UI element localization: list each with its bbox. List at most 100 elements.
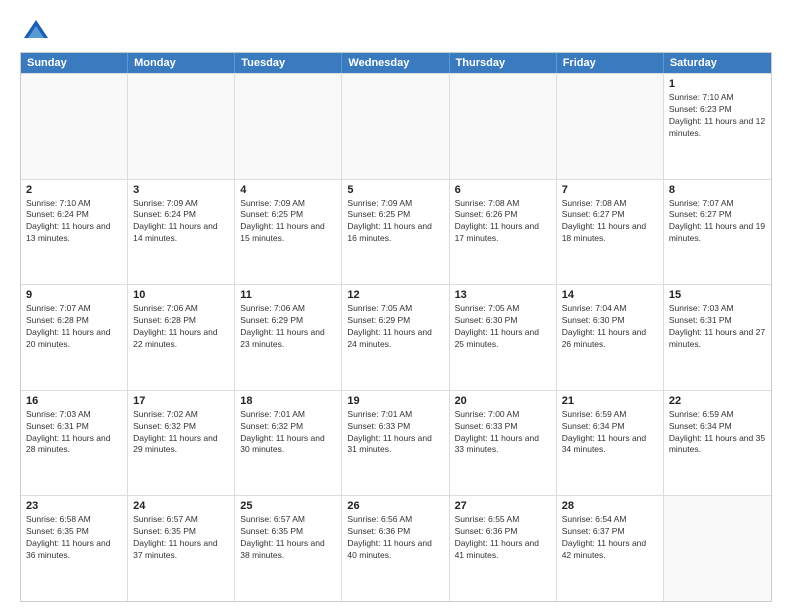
cal-day-info: Sunrise: 6:56 AM Sunset: 6:36 PM Dayligh… (347, 514, 443, 562)
page: SundayMondayTuesdayWednesdayThursdayFrid… (0, 0, 792, 612)
logo-icon (22, 16, 50, 44)
cal-day-number: 16 (26, 395, 122, 407)
cal-cell: 15Sunrise: 7:03 AM Sunset: 6:31 PM Dayli… (664, 285, 771, 390)
cal-day-info: Sunrise: 6:54 AM Sunset: 6:37 PM Dayligh… (562, 514, 658, 562)
cal-cell (235, 74, 342, 179)
cal-cell: 16 Sunrise: 7:03 AM Sunset: 6:31 PM Dayli… (21, 391, 128, 496)
cal-cell: 20 Sunrise: 7:00 AM Sunset: 6:33 PM Dayli… (450, 391, 557, 496)
cal-cell: 19 Sunrise: 7:01 AM Sunset: 6:33 PM Dayli… (342, 391, 449, 496)
cal-cell: 6 Sunrise: 7:08 AM Sunset: 6:26 PM Daylig… (450, 180, 557, 285)
cal-day-info: Sunrise: 7:03 AM Sunset: 6:31 PM Dayligh… (669, 303, 766, 351)
cal-day-number: 8 (669, 184, 766, 196)
logo (20, 16, 50, 44)
cal-cell: 22Sunrise: 6:59 AM Sunset: 6:34 PM Dayli… (664, 391, 771, 496)
cal-day-info: Sunrise: 7:08 AM Sunset: 6:26 PM Dayligh… (455, 198, 551, 246)
cal-day-number: 5 (347, 184, 443, 196)
cal-day-info: Sunrise: 6:58 AM Sunset: 6:35 PM Dayligh… (26, 514, 122, 562)
calendar-header-row: SundayMondayTuesdayWednesdayThursdayFrid… (21, 53, 771, 73)
cal-cell (664, 496, 771, 601)
cal-cell: 25 Sunrise: 6:57 AM Sunset: 6:35 PM Dayli… (235, 496, 342, 601)
cal-cell: 7Sunrise: 7:08 AM Sunset: 6:27 PM Daylig… (557, 180, 664, 285)
cal-day-number: 21 (562, 395, 658, 407)
cal-day-number: 14 (562, 289, 658, 301)
cal-cell: 21 Sunrise: 6:59 AM Sunset: 6:34 PM Dayli… (557, 391, 664, 496)
cal-cell: 18 Sunrise: 7:01 AM Sunset: 6:32 PM Dayli… (235, 391, 342, 496)
cal-week-4: 16 Sunrise: 7:03 AM Sunset: 6:31 PM Dayli… (21, 390, 771, 496)
cal-header-cell-wednesday: Wednesday (342, 53, 449, 73)
cal-cell: 4 Sunrise: 7:09 AM Sunset: 6:25 PM Daylig… (235, 180, 342, 285)
cal-week-1: 1Sunrise: 7:10 AM Sunset: 6:23 PM Daylig… (21, 73, 771, 179)
cal-day-number: 2 (26, 184, 122, 196)
calendar: SundayMondayTuesdayWednesdayThursdayFrid… (20, 52, 772, 602)
cal-day-number: 12 (347, 289, 443, 301)
cal-day-info: Sunrise: 7:01 AM Sunset: 6:33 PM Dayligh… (347, 409, 443, 457)
cal-day-info: Sunrise: 6:55 AM Sunset: 6:36 PM Dayligh… (455, 514, 551, 562)
cal-day-number: 6 (455, 184, 551, 196)
cal-day-info: Sunrise: 7:08 AM Sunset: 6:27 PM Dayligh… (562, 198, 658, 246)
cal-day-number: 4 (240, 184, 336, 196)
cal-day-info: Sunrise: 6:57 AM Sunset: 6:35 PM Dayligh… (133, 514, 229, 562)
cal-cell: 3 Sunrise: 7:09 AM Sunset: 6:24 PM Daylig… (128, 180, 235, 285)
cal-cell: 23 Sunrise: 6:58 AM Sunset: 6:35 PM Dayli… (21, 496, 128, 601)
cal-header-cell-thursday: Thursday (450, 53, 557, 73)
cal-day-number: 3 (133, 184, 229, 196)
cal-day-number: 10 (133, 289, 229, 301)
cal-day-number: 25 (240, 500, 336, 512)
cal-day-info: Sunrise: 7:05 AM Sunset: 6:30 PM Dayligh… (455, 303, 551, 351)
cal-week-3: 9Sunrise: 7:07 AM Sunset: 6:28 PM Daylig… (21, 284, 771, 390)
cal-day-number: 18 (240, 395, 336, 407)
cal-day-info: Sunrise: 7:09 AM Sunset: 6:24 PM Dayligh… (133, 198, 229, 246)
calendar-body: 1Sunrise: 7:10 AM Sunset: 6:23 PM Daylig… (21, 73, 771, 601)
cal-day-number: 20 (455, 395, 551, 407)
cal-cell: 14 Sunrise: 7:04 AM Sunset: 6:30 PM Dayli… (557, 285, 664, 390)
cal-week-2: 2 Sunrise: 7:10 AM Sunset: 6:24 PM Daylig… (21, 179, 771, 285)
cal-week-5: 23 Sunrise: 6:58 AM Sunset: 6:35 PM Dayli… (21, 495, 771, 601)
cal-day-number: 24 (133, 500, 229, 512)
cal-cell (450, 74, 557, 179)
cal-day-number: 17 (133, 395, 229, 407)
cal-cell: 2 Sunrise: 7:10 AM Sunset: 6:24 PM Daylig… (21, 180, 128, 285)
cal-cell: 9Sunrise: 7:07 AM Sunset: 6:28 PM Daylig… (21, 285, 128, 390)
cal-cell: 8Sunrise: 7:07 AM Sunset: 6:27 PM Daylig… (664, 180, 771, 285)
cal-day-number: 19 (347, 395, 443, 407)
cal-cell: 1Sunrise: 7:10 AM Sunset: 6:23 PM Daylig… (664, 74, 771, 179)
cal-day-info: Sunrise: 7:01 AM Sunset: 6:32 PM Dayligh… (240, 409, 336, 457)
cal-day-info: Sunrise: 7:10 AM Sunset: 6:23 PM Dayligh… (669, 92, 766, 140)
cal-cell: 5 Sunrise: 7:09 AM Sunset: 6:25 PM Daylig… (342, 180, 449, 285)
cal-day-info: Sunrise: 7:06 AM Sunset: 6:29 PM Dayligh… (240, 303, 336, 351)
cal-day-number: 26 (347, 500, 443, 512)
cal-day-info: Sunrise: 7:07 AM Sunset: 6:28 PM Dayligh… (26, 303, 122, 351)
cal-cell (557, 74, 664, 179)
cal-cell: 10 Sunrise: 7:06 AM Sunset: 6:28 PM Dayli… (128, 285, 235, 390)
cal-day-info: Sunrise: 7:06 AM Sunset: 6:28 PM Dayligh… (133, 303, 229, 351)
cal-day-info: Sunrise: 7:02 AM Sunset: 6:32 PM Dayligh… (133, 409, 229, 457)
cal-cell: 12Sunrise: 7:05 AM Sunset: 6:29 PM Dayli… (342, 285, 449, 390)
cal-cell (21, 74, 128, 179)
cal-day-info: Sunrise: 6:57 AM Sunset: 6:35 PM Dayligh… (240, 514, 336, 562)
cal-header-cell-saturday: Saturday (664, 53, 771, 73)
cal-day-info: Sunrise: 6:59 AM Sunset: 6:34 PM Dayligh… (562, 409, 658, 457)
cal-day-info: Sunrise: 7:04 AM Sunset: 6:30 PM Dayligh… (562, 303, 658, 351)
cal-day-number: 22 (669, 395, 766, 407)
cal-cell: 24 Sunrise: 6:57 AM Sunset: 6:35 PM Dayli… (128, 496, 235, 601)
cal-day-number: 28 (562, 500, 658, 512)
cal-day-info: Sunrise: 7:10 AM Sunset: 6:24 PM Dayligh… (26, 198, 122, 246)
cal-day-number: 23 (26, 500, 122, 512)
cal-day-info: Sunrise: 7:09 AM Sunset: 6:25 PM Dayligh… (347, 198, 443, 246)
cal-cell: 11 Sunrise: 7:06 AM Sunset: 6:29 PM Dayli… (235, 285, 342, 390)
cal-header-cell-tuesday: Tuesday (235, 53, 342, 73)
cal-cell (342, 74, 449, 179)
cal-header-cell-monday: Monday (128, 53, 235, 73)
cal-header-cell-friday: Friday (557, 53, 664, 73)
cal-day-number: 11 (240, 289, 336, 301)
cal-cell: 26 Sunrise: 6:56 AM Sunset: 6:36 PM Dayli… (342, 496, 449, 601)
cal-cell: 28 Sunrise: 6:54 AM Sunset: 6:37 PM Dayli… (557, 496, 664, 601)
cal-day-info: Sunrise: 7:00 AM Sunset: 6:33 PM Dayligh… (455, 409, 551, 457)
cal-header-cell-sunday: Sunday (21, 53, 128, 73)
cal-cell: 27Sunrise: 6:55 AM Sunset: 6:36 PM Dayli… (450, 496, 557, 601)
header (20, 16, 772, 44)
cal-day-info: Sunrise: 7:09 AM Sunset: 6:25 PM Dayligh… (240, 198, 336, 246)
cal-cell: 17 Sunrise: 7:02 AM Sunset: 6:32 PM Dayli… (128, 391, 235, 496)
cal-day-info: Sunrise: 7:03 AM Sunset: 6:31 PM Dayligh… (26, 409, 122, 457)
cal-day-number: 13 (455, 289, 551, 301)
